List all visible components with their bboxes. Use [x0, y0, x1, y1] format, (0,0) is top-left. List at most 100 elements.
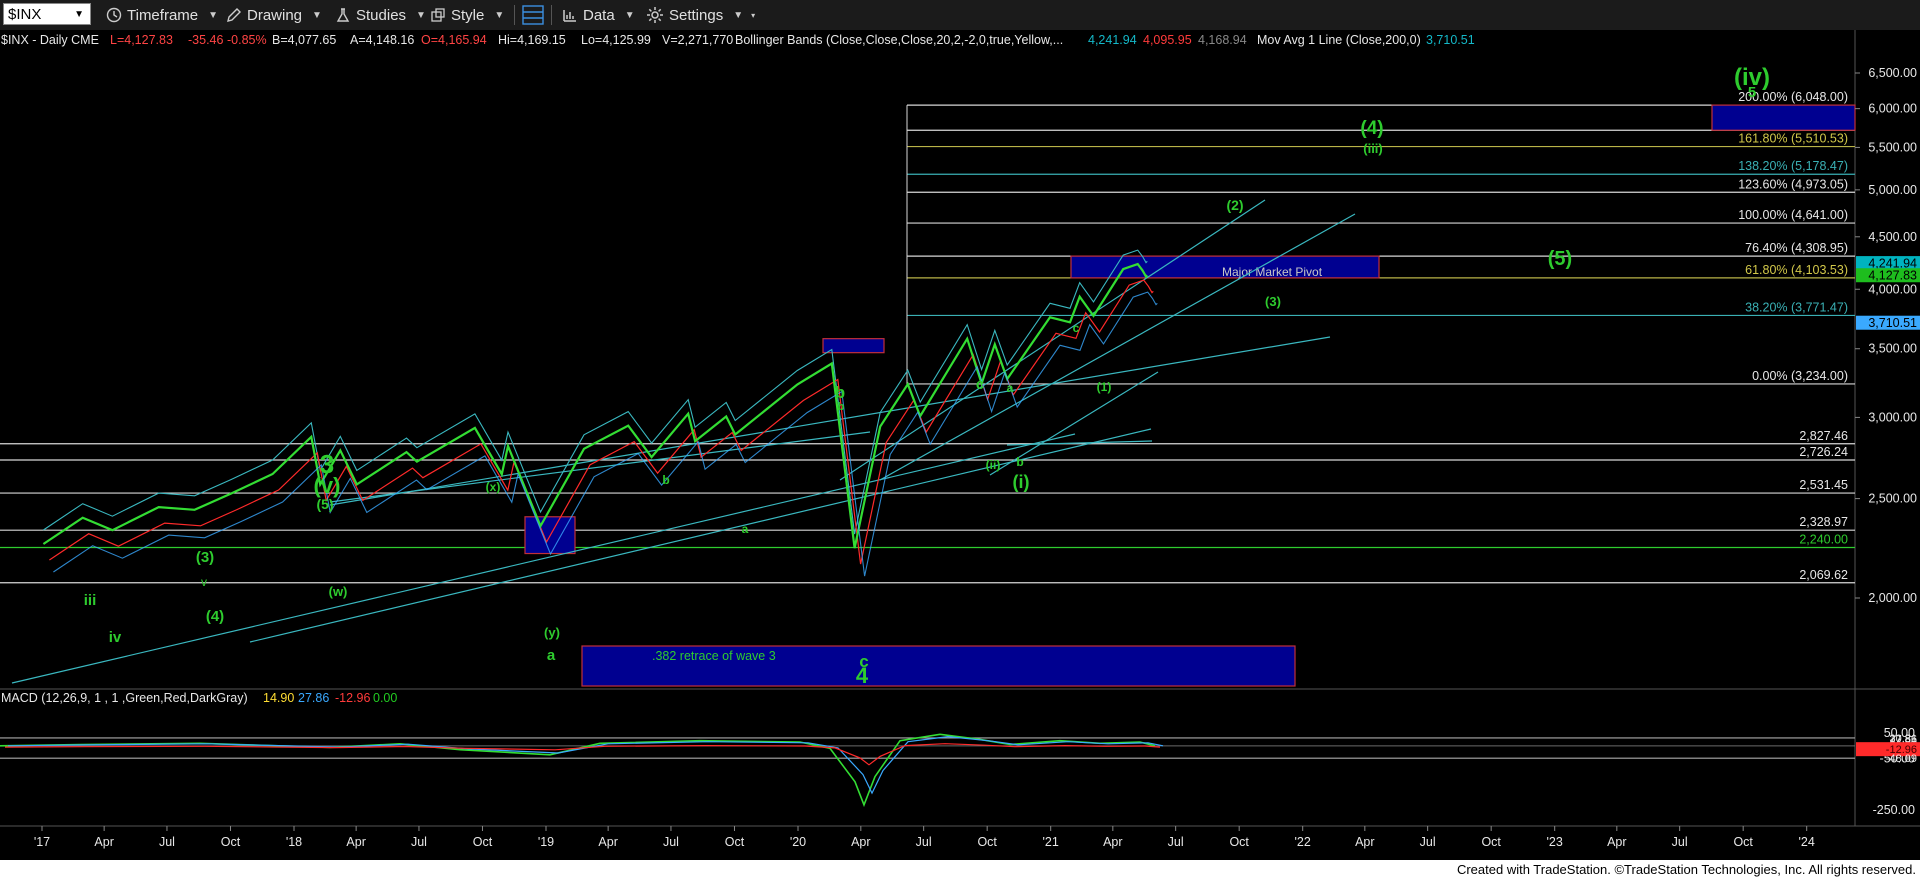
wave-label: (4): [1360, 118, 1383, 139]
style-label: Style: [451, 6, 485, 24]
time-tick-label: Oct: [1229, 835, 1249, 849]
time-tick-label: Apr: [1355, 835, 1374, 849]
high-price: Hi=4,169.15: [498, 33, 566, 47]
chevron-down-icon[interactable]: ▼: [74, 4, 84, 26]
time-tick-label: '20: [790, 835, 806, 849]
time-tick-label: Oct: [1733, 835, 1753, 849]
time-tick-label: Apr: [1103, 835, 1122, 849]
mov-avg-label: Mov Avg 1 Line (Close,200,0): [1257, 33, 1421, 47]
price-tick-label: 6,000.00: [1868, 102, 1917, 116]
wave-label: a: [547, 647, 556, 664]
time-tick-label: '18: [286, 835, 302, 849]
net-change: -35.46: [188, 33, 223, 47]
wave-label: c: [976, 376, 984, 393]
toolbar-divider: [514, 5, 515, 25]
drawing-menu[interactable]: Drawing ▼: [226, 3, 322, 27]
settings-label: Settings: [669, 6, 724, 24]
drawing-label: Drawing: [247, 6, 303, 24]
wave-label: 4: [856, 663, 869, 688]
time-tick-label: Oct: [977, 835, 997, 849]
time-tick-label: Oct: [473, 835, 493, 849]
time-tick-label: Jul: [1420, 835, 1436, 849]
ask-price: A=4,148.16: [350, 33, 414, 47]
wave-label: b: [835, 383, 845, 402]
wave-label: iv: [109, 629, 122, 646]
price-tick-label: 2,000.00: [1868, 591, 1917, 605]
wave-label: a: [1007, 381, 1014, 395]
time-tick-label: Jul: [663, 835, 679, 849]
studies-menu[interactable]: Studies ▼: [335, 3, 426, 27]
macd-diff-value: -12.96: [335, 691, 370, 705]
clock-icon: [106, 7, 122, 23]
price-tick-label: 3,000.00: [1868, 410, 1917, 424]
timeframe-label: Timeframe: [127, 6, 199, 24]
bollinger-lower: 4,095.95: [1143, 33, 1192, 47]
wave-label: (4): [206, 608, 224, 625]
fib-level-label: 0.00% (3,234.00): [1752, 369, 1848, 383]
time-tick-label: Jul: [916, 835, 932, 849]
chevron-down-icon: ▼: [624, 9, 635, 21]
time-tick-label: '17: [34, 835, 50, 849]
time-tick-label: '24: [1799, 835, 1815, 849]
pct-change: -0.85%: [227, 33, 267, 47]
time-tick-label: Apr: [1607, 835, 1626, 849]
time-tick-label: Oct: [1481, 835, 1501, 849]
time-tick-label: Apr: [346, 835, 365, 849]
wave-label: b: [1016, 455, 1023, 469]
wave-label: (2): [1226, 197, 1243, 213]
symbol-input[interactable]: $INX ▼: [3, 3, 91, 25]
time-tick-label: Jul: [1168, 835, 1184, 849]
price-tick-label: 6,500.00: [1868, 66, 1917, 80]
wave-label: c: [1073, 321, 1080, 335]
time-tick-label: Oct: [725, 835, 745, 849]
flask-icon: [336, 8, 350, 22]
macd-tick-label: -250.00: [1873, 803, 1915, 817]
time-tick-label: Apr: [94, 835, 113, 849]
price-chart[interactable]: $INX - Daily CME L=4,127.83 -35.46 -0.85…: [0, 30, 1920, 860]
price-tick-label: 5,500.00: [1868, 140, 1917, 154]
time-tick-label: '21: [1043, 835, 1059, 849]
wave-label: (v): [314, 473, 341, 498]
time-tick-label: Jul: [159, 835, 175, 849]
chevron-down-icon: ▼: [494, 9, 505, 21]
retrace-box-label: .382 retrace of wave 3: [652, 649, 776, 663]
timeframe-menu[interactable]: Timeframe ▼: [106, 3, 218, 27]
chevron-down-icon: ▼: [312, 9, 322, 21]
footer: Created with TradeStation. ©TradeStation…: [0, 860, 1920, 879]
price-tick-label: 5,000.00: [1868, 183, 1917, 197]
fib-level-label: 100.00% (4,641.00): [1738, 208, 1848, 222]
studies-label: Studies: [356, 6, 407, 24]
time-tick-label: '23: [1547, 835, 1563, 849]
style-menu[interactable]: Style ▼: [430, 3, 504, 27]
bid-price: B=4,077.65: [272, 33, 336, 47]
fib-level-label: 61.80% (4,103.53): [1745, 263, 1848, 277]
price-tick-label: 2,500.00: [1868, 492, 1917, 506]
price-flag-label: 3,710.51: [1868, 316, 1917, 330]
macd-value: 14.90: [263, 691, 294, 705]
last-price: L=4,127.83: [110, 33, 173, 47]
data-menu[interactable]: Data ▼: [562, 3, 635, 27]
price-flag-label: 4,127.83: [1868, 269, 1917, 283]
settings-menu[interactable]: Settings ▼ ▾: [646, 3, 755, 27]
layout-button[interactable]: [522, 3, 549, 27]
wave-label: (3): [1265, 294, 1281, 309]
support-level-label: 2,827.46: [1799, 429, 1848, 443]
wave-label: (iii): [1363, 141, 1383, 156]
chevron-down-icon: ▼: [733, 9, 744, 21]
price-tick-label: 4,000.00: [1868, 282, 1917, 296]
pencil-icon: [227, 8, 241, 22]
fib-level-label: 123.60% (4,973.05): [1738, 177, 1848, 191]
wave-label: 5: [1748, 84, 1756, 101]
symbol-header: $INX - Daily CME: [1, 33, 99, 47]
toolbar-overflow-icon[interactable]: ▾: [751, 11, 755, 20]
chevron-down-icon: ▼: [416, 9, 426, 21]
time-tick-label: Jul: [411, 835, 427, 849]
toolbar-divider: [551, 5, 552, 25]
fib-level-label: 38.20% (3,771.47): [1745, 300, 1848, 314]
bollinger-upper: 4,241.94: [1088, 33, 1137, 47]
time-tick-label: Oct: [221, 835, 241, 849]
toolbar: $INX ▼ Timeframe ▼ Drawing ▼ Studies ▼ Style…: [0, 0, 1920, 31]
bar-chart-icon: [563, 10, 576, 22]
price-tick-label: 4,500.00: [1868, 230, 1917, 244]
gear-icon: [647, 7, 663, 23]
